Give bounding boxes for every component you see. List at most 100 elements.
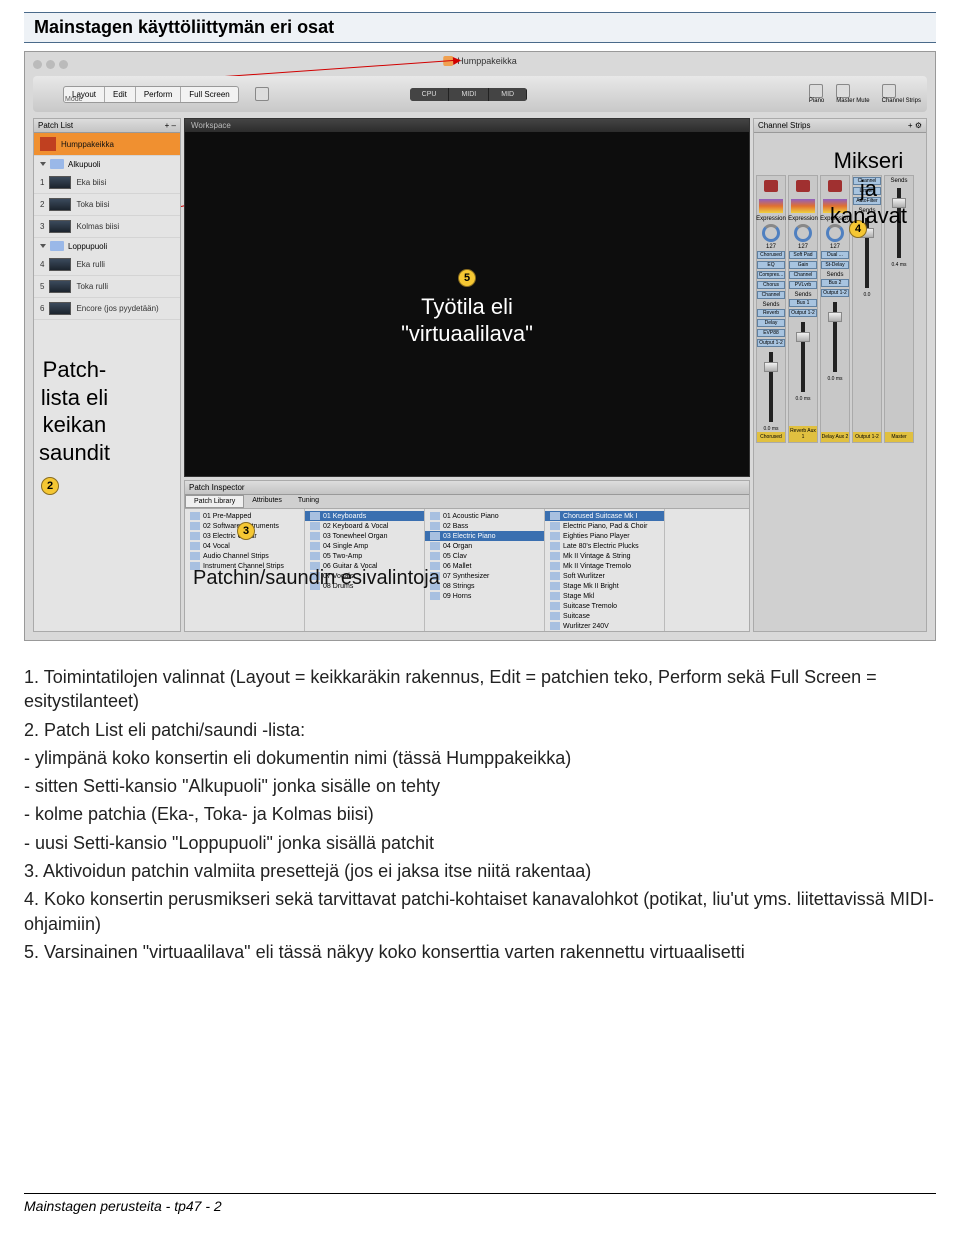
mode-segmented[interactable]: Layout Edit Perform Full Screen bbox=[63, 86, 239, 103]
channel-strip[interactable]: Sends0.4 msMaster bbox=[884, 175, 914, 443]
inspector-item[interactable]: Suitcase Tremolo bbox=[545, 601, 664, 611]
inspector-item[interactable]: 02 Bass bbox=[425, 521, 544, 531]
inspector-item[interactable]: 03 Electric Piano bbox=[425, 531, 544, 541]
zoom-icon[interactable] bbox=[59, 60, 68, 69]
master-mute-icon[interactable] bbox=[836, 84, 850, 98]
channel-strips-panel: Channel Strips + ⚙ Expression127Chorused… bbox=[753, 118, 927, 632]
perform-button[interactable]: Perform bbox=[136, 87, 181, 102]
patch-row[interactable]: 5Toka rulli bbox=[34, 276, 180, 298]
window-traffic-lights bbox=[33, 60, 68, 69]
inspector-item[interactable]: Late 80's Electric Plucks bbox=[545, 541, 664, 551]
piano-icon[interactable] bbox=[809, 84, 823, 98]
list-item: 1. Toimintatilojen valinnat (Layout = ke… bbox=[24, 665, 936, 714]
inspector-item[interactable]: Stage Mkl bbox=[545, 591, 664, 601]
patch-name: Toka rulli bbox=[76, 282, 108, 291]
channel-strips-icon[interactable] bbox=[882, 84, 896, 98]
overlay-workspace-2: "virtuaalilava" bbox=[401, 321, 533, 347]
toolbar: Layout Edit Perform Full Screen Mode CPU… bbox=[33, 76, 927, 112]
inspector-item[interactable]: Electric Piano, Pad & Choir bbox=[545, 521, 664, 531]
inspector-item[interactable]: 09 Horns bbox=[425, 591, 544, 601]
patch-thumb-icon bbox=[49, 280, 71, 293]
midi-tab[interactable]: MIDI bbox=[449, 88, 489, 101]
list-subitem: - ylimpänä koko konsertin eli dokumentin… bbox=[24, 746, 936, 770]
toolbar-strips-label: Channel Strips bbox=[882, 98, 921, 104]
inspector-col-4[interactable]: Chorused Suitcase Mk IElectric Piano, Pa… bbox=[545, 509, 665, 631]
inspector-item[interactable]: Eighties Piano Player bbox=[545, 531, 664, 541]
panel-controls-icon[interactable]: + ⚙ bbox=[908, 121, 922, 130]
callout-2: 2 bbox=[41, 477, 59, 495]
section-title: Mainstagen käyttöliittymän eri osat bbox=[24, 12, 936, 43]
patch-inspector: Patch Inspector Patch Library Attributes… bbox=[184, 480, 750, 632]
cpu-tab[interactable]: CPU bbox=[410, 88, 450, 101]
inspector-item[interactable]: 06 Mallet bbox=[425, 561, 544, 571]
patch-thumb-icon bbox=[49, 258, 71, 271]
inspector-item[interactable]: 01 Keyboards bbox=[305, 511, 424, 521]
close-icon[interactable] bbox=[33, 60, 42, 69]
tab-patch-library[interactable]: Patch Library bbox=[185, 495, 244, 508]
patch-name: Encore (jos pyydetään) bbox=[76, 304, 158, 313]
numbered-list: 1. Toimintatilojen valinnat (Layout = ke… bbox=[24, 665, 936, 964]
patch-name: Kolmas biisi bbox=[76, 222, 119, 231]
mid-tab[interactable]: MID bbox=[489, 88, 527, 101]
inspector-item[interactable]: 05 Clav bbox=[425, 551, 544, 561]
inspector-item[interactable]: Wurlitzer 240V bbox=[545, 621, 664, 631]
patch-thumb-icon bbox=[49, 198, 71, 211]
page-footer: Mainstagen perusteita - tp47 - 2 bbox=[24, 1193, 936, 1214]
channel-strip[interactable]: Expression127Soft PadGainChannel EQPVLvr… bbox=[788, 175, 818, 443]
minimize-icon[interactable] bbox=[46, 60, 55, 69]
inspector-item[interactable]: Audio Channel Strips bbox=[185, 551, 304, 561]
inspector-item[interactable]: 04 Organ bbox=[425, 541, 544, 551]
tools-icon[interactable] bbox=[255, 87, 269, 101]
concert-row[interactable]: Humppakeikka bbox=[34, 133, 180, 156]
patch-row[interactable]: 3Kolmas biisi bbox=[34, 216, 180, 238]
toolbar-mute-label: Master Mute bbox=[836, 98, 869, 104]
patch-row[interactable]: 1Eka biisi bbox=[34, 172, 180, 194]
workspace-header: Workspace bbox=[185, 119, 749, 132]
mode-label: Mode bbox=[65, 96, 83, 103]
inspector-col-3[interactable]: 01 Acoustic Piano02 Bass03 Electric Pian… bbox=[425, 509, 545, 631]
inspector-item[interactable]: 05 Two-Amp bbox=[305, 551, 424, 561]
disclosure-icon[interactable] bbox=[40, 162, 46, 166]
patch-row[interactable]: 4Eka rulli bbox=[34, 254, 180, 276]
overlay-workspace-1: Työtila eli bbox=[421, 294, 513, 320]
channel-strip[interactable]: Expression127ChorusedEQCompres...ChorusC… bbox=[756, 175, 786, 443]
inspector-item[interactable]: Mk II Vintage & String bbox=[545, 551, 664, 561]
panel-controls-icon[interactable]: + – bbox=[165, 121, 176, 130]
inspector-item[interactable]: Suitcase bbox=[545, 611, 664, 621]
patch-name: Toka biisi bbox=[76, 200, 109, 209]
set-folder[interactable]: Loppupuoli bbox=[34, 238, 180, 254]
patch-index: 2 bbox=[40, 200, 44, 209]
tab-tuning[interactable]: Tuning bbox=[290, 495, 327, 508]
inspector-item[interactable]: 04 Single Amp bbox=[305, 541, 424, 551]
disclosure-icon[interactable] bbox=[40, 244, 46, 248]
inspector-item[interactable]: Mk II Vintage Tremolo bbox=[545, 561, 664, 571]
inspector-item[interactable]: 08 Strings bbox=[425, 581, 544, 591]
toolbar-piano-label: Piano bbox=[809, 98, 824, 104]
list-subitem: - kolme patchia (Eka-, Toka- ja Kolmas b… bbox=[24, 802, 936, 826]
inspector-item[interactable]: Chorused Suitcase Mk I bbox=[545, 511, 664, 521]
patch-index: 6 bbox=[40, 304, 44, 313]
tab-attributes[interactable]: Attributes bbox=[244, 495, 290, 508]
callout-3: 3 bbox=[237, 522, 255, 540]
patch-row[interactable]: 6 Encore (jos pyydetään) bbox=[34, 298, 180, 320]
set-folder[interactable]: Alkupuoli bbox=[34, 156, 180, 172]
inspector-item[interactable]: 01 Acoustic Piano bbox=[425, 511, 544, 521]
list-item: 3. Aktivoidun patchin valmiita presettej… bbox=[24, 859, 936, 883]
folder-icon bbox=[50, 241, 64, 251]
folder-icon bbox=[50, 159, 64, 169]
inspector-item[interactable]: Stage Mk II Bright bbox=[545, 581, 664, 591]
fullscreen-button[interactable]: Full Screen bbox=[181, 87, 237, 102]
inspector-item[interactable]: 03 Tonewheel Organ bbox=[305, 531, 424, 541]
inspector-item[interactable]: 04 Vocal bbox=[185, 541, 304, 551]
patch-row[interactable]: 2 Toka biisi bbox=[34, 194, 180, 216]
edit-button[interactable]: Edit bbox=[105, 87, 136, 102]
callout-5: 5 bbox=[458, 269, 476, 287]
inspector-item[interactable]: 01 Pre-Mapped bbox=[185, 511, 304, 521]
workspace: Workspace 5 Työtila eli "virtuaalilava" bbox=[184, 118, 750, 477]
channel-strip[interactable]: Expression127Dual ...St-DelaySendsBus 2O… bbox=[820, 175, 850, 443]
inspector-item[interactable]: 07 Synthesizer bbox=[425, 571, 544, 581]
patch-name: Eka biisi bbox=[76, 178, 106, 187]
inspector-item[interactable]: Soft Wurlitzer bbox=[545, 571, 664, 581]
inspector-item[interactable]: 02 Keyboard & Vocal bbox=[305, 521, 424, 531]
channel-strip[interactable]: Channel EQLimiterAutoFilterSends0.0Outpu… bbox=[852, 175, 882, 443]
